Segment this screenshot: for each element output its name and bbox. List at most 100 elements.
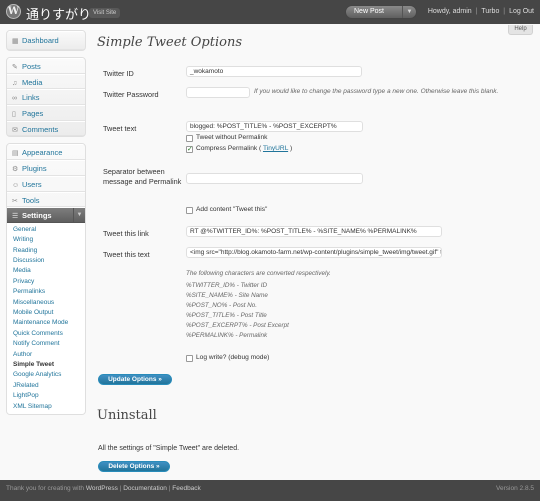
conversion-item: %POST_NO% - Post No. xyxy=(186,302,258,309)
log-write-label: Log write? (debug mode) xyxy=(196,354,270,361)
sidebar-item-pages[interactable]: ▯ Pages xyxy=(7,105,85,121)
username-link[interactable]: admin xyxy=(453,8,472,15)
submenu-item-permalinks[interactable]: Permalinks xyxy=(7,287,85,297)
user-links: Howdy, admin | Turbo | Log Out xyxy=(427,8,534,15)
separator-input[interactable] xyxy=(186,173,363,184)
wordpress-logo-icon: W xyxy=(6,4,21,19)
sidebar-item-links[interactable]: ∞ Links xyxy=(7,89,85,106)
twitter-id-label: Twitter ID xyxy=(103,69,134,78)
uninstall-text: All the settings of "Simple Tweet" are d… xyxy=(98,445,240,452)
conversion-item: %POST_TITLE% - Post Title xyxy=(186,312,267,319)
twitter-id-input[interactable]: _wokamoto xyxy=(186,66,362,77)
sidebar-item-comments[interactable]: ✉ Comments xyxy=(7,120,85,137)
submenu-item-miscellaneous[interactable]: Miscellaneous xyxy=(7,298,85,308)
compress-permalink-label: Compress Permalink ( TinyURL ) xyxy=(196,145,292,152)
tweet-without-permalink-checkbox[interactable] xyxy=(186,135,193,142)
new-post-button[interactable]: New Post ▼ xyxy=(345,5,417,19)
admin-header: W 通りすがり Visit Site New Post ▼ Howdy, adm… xyxy=(0,0,540,24)
menu-group-admin: ▤ Appearance ⚙ Plugins ☺ Users ✂ Tools ☰ Sett… xyxy=(6,143,86,415)
tweet-this-link-label: Tweet this link xyxy=(103,229,149,238)
visit-site-button[interactable]: Visit Site xyxy=(89,8,121,18)
sidebar-item-posts[interactable]: ✎ Posts xyxy=(7,58,85,74)
chevron-down-icon[interactable]: ▼ xyxy=(402,6,416,18)
tweet-text-label: Tweet text xyxy=(103,124,137,133)
menu-group-dashboard: ▦ Dashboard xyxy=(6,30,86,51)
submenu-item-privacy[interactable]: Privacy xyxy=(7,277,85,287)
conversion-item: %POST_EXCERPT% - Post Excerpt xyxy=(186,322,289,329)
sidebar-item-label: Tools xyxy=(22,195,40,205)
conversion-item: %TWITTER_ID% - Twitter ID xyxy=(186,282,268,289)
sidebar-item-label: Links xyxy=(22,93,40,103)
submenu-item-author[interactable]: Author xyxy=(7,350,85,360)
submenu-item-google-analytics[interactable]: Google Analytics xyxy=(7,370,85,380)
sidebar-item-settings[interactable]: ☰ Settings ▼ xyxy=(7,207,85,223)
compress-permalink-text: Compress Permalink ( xyxy=(196,145,262,152)
password-hint: If you would like to change the password… xyxy=(254,88,499,95)
submenu-item-reading[interactable]: Reading xyxy=(7,246,85,256)
submenu-item-xml-sitemap[interactable]: XML Sitemap xyxy=(7,402,85,412)
admin-footer: Thank you for creating with WordPress | … xyxy=(0,480,540,501)
separator-label: Separator between message and Permalink xyxy=(103,167,182,186)
new-post-label: New Post xyxy=(354,8,384,15)
log-write-checkbox[interactable] xyxy=(186,355,193,362)
sidebar-item-label: Plugins xyxy=(22,164,47,174)
footer-thanks: Thank you for creating with xyxy=(6,485,85,492)
add-content-label: Add content "Tweet this" xyxy=(196,206,268,213)
submenu-item-lightpop[interactable]: LightPop xyxy=(7,391,85,401)
menu-group-content: ✎ Posts ♫ Media ∞ Links ▯ Pages ✉ Comments xyxy=(6,57,86,138)
documentation-link[interactable]: Documentation xyxy=(123,485,167,492)
version-text: Version 2.8.5 xyxy=(496,485,534,492)
tweet-this-text-label: Tweet this text xyxy=(103,250,150,259)
page-title: Simple Tweet Options xyxy=(97,35,243,50)
wordpress-link[interactable]: WordPress xyxy=(86,485,118,492)
feedback-link[interactable]: Feedback xyxy=(172,485,201,492)
sidebar-item-dashboard[interactable]: ▦ Dashboard xyxy=(7,31,85,50)
sidebar-item-users[interactable]: ☺ Users xyxy=(7,175,85,192)
settings-submenu: General Writing Reading Discussion Media… xyxy=(7,222,85,414)
sidebar-item-plugins[interactable]: ⚙ Plugins xyxy=(7,160,85,176)
sidebar-item-media[interactable]: ♫ Media xyxy=(7,73,85,90)
sidebar-item-label: Pages xyxy=(22,109,44,119)
compress-permalink-checkbox[interactable] xyxy=(186,145,193,153)
sidebar-item-label: Appearance xyxy=(22,148,63,158)
submenu-item-media[interactable]: Media xyxy=(7,266,85,276)
turbo-link[interactable]: Turbo xyxy=(481,8,499,15)
dashboard-icon: ▦ xyxy=(12,38,19,45)
logout-link[interactable]: Log Out xyxy=(509,8,534,15)
twitter-password-label: Twitter Password xyxy=(103,90,159,99)
compress-permalink-close: ) xyxy=(289,145,293,152)
help-tab[interactable]: Help xyxy=(508,25,533,35)
sidebar-item-tools[interactable]: ✂ Tools xyxy=(7,191,85,208)
submenu-item-simple-tweet[interactable]: Simple Tweet xyxy=(7,360,85,370)
sidebar-item-label: Users xyxy=(22,179,42,189)
update-options-button[interactable]: Update Options » xyxy=(98,374,172,385)
sidebar-item-label: Posts xyxy=(22,62,41,71)
sidebar-item-label: Settings xyxy=(22,211,52,221)
submenu-item-quick-comments[interactable]: Quick Comments xyxy=(7,329,85,339)
submenu-item-notify-comment[interactable]: Notify Comment xyxy=(7,339,85,349)
delete-options-button[interactable]: Delete Options » xyxy=(98,461,170,472)
submenu-item-general[interactable]: General xyxy=(7,225,85,235)
submenu-item-maintenance-mode[interactable]: Maintenance Mode xyxy=(7,318,85,328)
tinyurl-link[interactable]: TinyURL xyxy=(263,145,288,152)
howdy-text: Howdy, xyxy=(427,8,451,15)
chevron-down-icon[interactable]: ▼ xyxy=(73,208,85,222)
tweet-this-link-input[interactable]: RT @%TWITTER_ID%: %POST_TITLE% - %SITE_N… xyxy=(186,226,442,237)
conversion-item: %SITE_NAME% - Site Name xyxy=(186,292,268,299)
sidebar-item-label: Dashboard xyxy=(22,36,59,45)
submenu-item-writing[interactable]: Writing xyxy=(7,235,85,245)
tweet-this-text-input[interactable]: <img src="http://blog.okamoto-farm.net/w… xyxy=(186,247,442,258)
site-title[interactable]: 通りすがり xyxy=(26,4,91,23)
sidebar-item-appearance[interactable]: ▤ Appearance xyxy=(7,144,85,161)
tweet-text-input[interactable]: blogged: %POST_TITLE% - %POST_EXCERPT% xyxy=(186,121,363,132)
submenu-item-discussion[interactable]: Discussion xyxy=(7,256,85,266)
comment-icon: ✉ xyxy=(12,126,18,134)
submenu-item-jrelated[interactable]: JRelated xyxy=(7,381,85,391)
conversion-item: %PERMALINK% - Permalink xyxy=(186,332,268,339)
add-content-checkbox[interactable] xyxy=(186,207,193,214)
tweet-without-permalink-label: Tweet without Permalink xyxy=(196,134,268,141)
converted-intro: The following characters are converted r… xyxy=(186,270,331,277)
admin-sidebar: ▦ Dashboard ✎ Posts ♫ Media ∞ Links ▯ Pages ✉… xyxy=(6,30,86,421)
submenu-item-mobile-output[interactable]: Mobile Output xyxy=(7,308,85,318)
uninstall-title: Uninstall xyxy=(97,408,157,423)
